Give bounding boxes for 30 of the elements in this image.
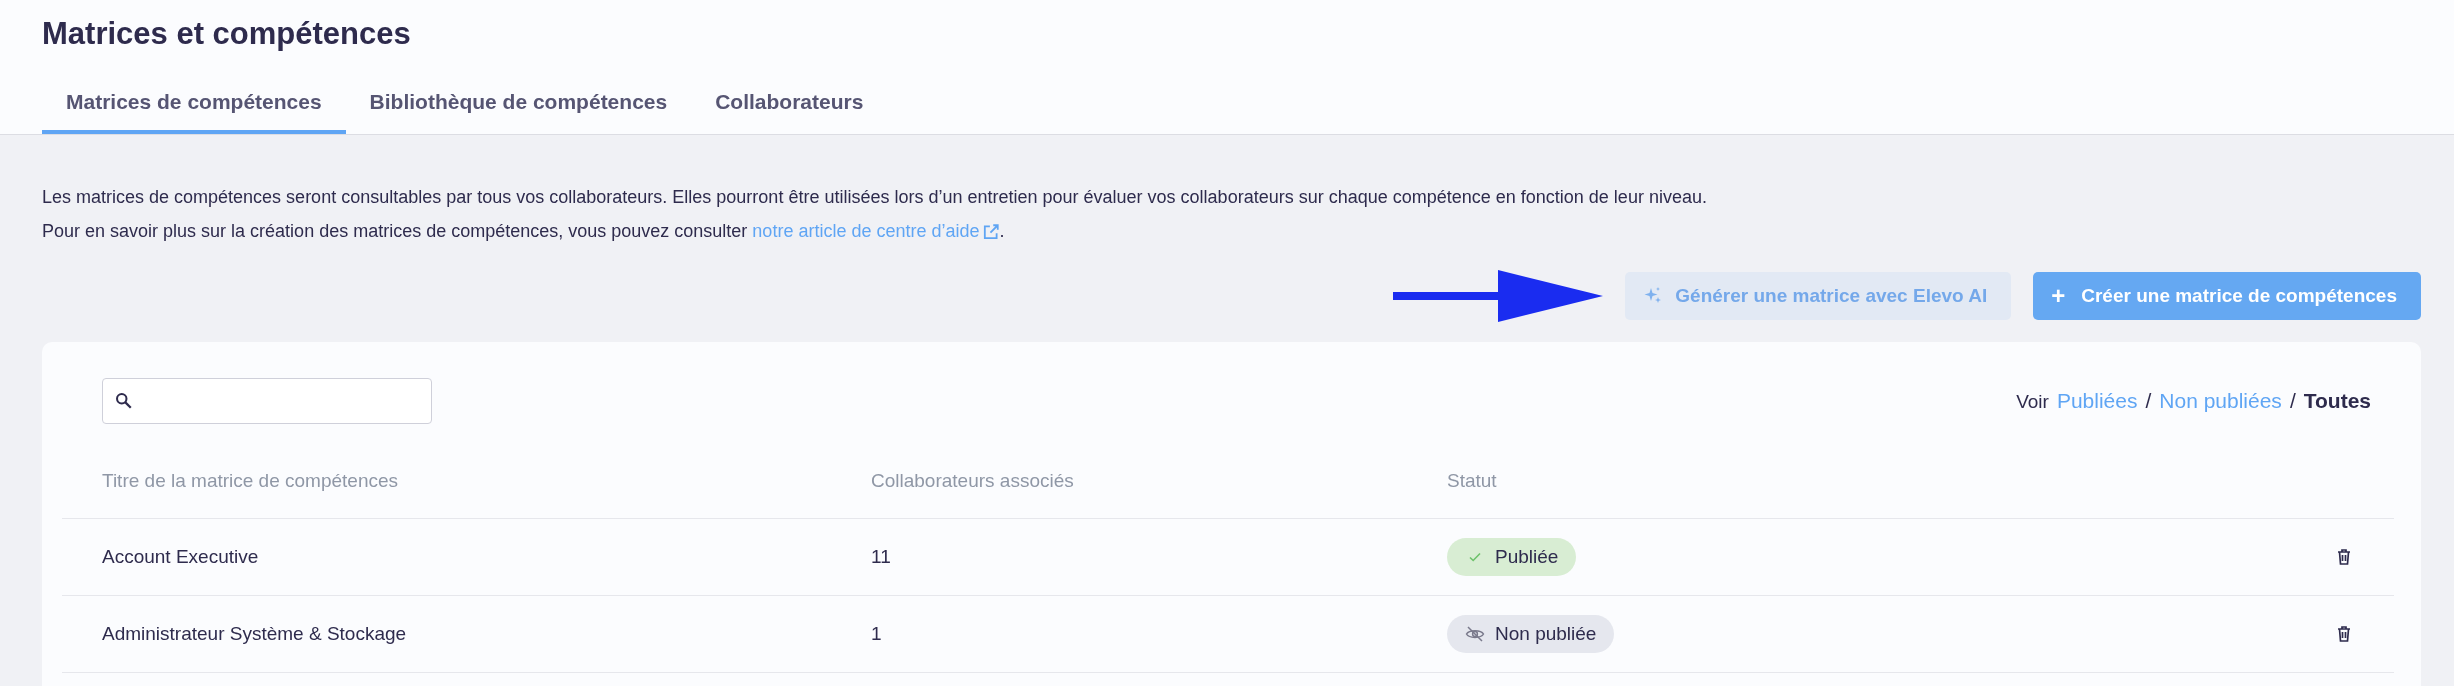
search-icon: [115, 392, 133, 410]
help-article-link[interactable]: notre article de centre d’aide: [752, 221, 980, 242]
filter-link[interactable]: Publiées: [2056, 389, 2138, 413]
trash-icon[interactable]: [2336, 625, 2352, 643]
column-header: Titre de la matrice de compétences: [102, 470, 400, 492]
separator-text: /: [2145, 389, 2152, 413]
column-header: Statut: [1447, 470, 1498, 492]
tab[interactable]: Bibliothèque de compétences: [345, 80, 692, 134]
column-header: Collaborateurs associés: [871, 470, 1075, 492]
external-link-icon: [981, 222, 1000, 241]
create-matrix-button[interactable]: + Créer une matrice de compétences: [2033, 272, 2421, 320]
table-cell: 11: [871, 546, 891, 567]
status-badge: Non publiée: [1447, 615, 1615, 653]
filter-link[interactable]: Toutes: [2303, 389, 2371, 413]
description-text: Les matrices de compétences seront consultables par tous vos collaborateurs. Elles pourront être utilisées lors d’un entretien pour évaluer vos collaborateurs sur chaque compétence en fonction de leur niveau.: [42, 187, 1708, 208]
table-cell: Administrateur Système & Stockage: [102, 623, 407, 644]
separator-text: /: [2289, 389, 2296, 413]
description-text: Pour en savoir plus sur la création des matrices de compétences, vous pouvez consulter: [42, 221, 749, 242]
filter-label: Voir: [2016, 391, 2049, 413]
table-cell: 1: [871, 623, 882, 644]
status-badge: Publiée: [1447, 538, 1577, 576]
filter-link[interactable]: Non publiées: [2159, 389, 2282, 413]
tab[interactable]: Collaborateurs: [691, 80, 888, 134]
tab[interactable]: Matrices de compétences: [42, 80, 346, 134]
trash-icon[interactable]: [2336, 548, 2352, 566]
description-text: .: [999, 221, 1005, 242]
search-field[interactable]: [102, 378, 432, 424]
page-title: Matrices et compétences: [42, 15, 412, 53]
table-cell: Account Executive: [102, 546, 259, 567]
generate-ai-button[interactable]: Générer une matrice avec Elevo AI: [1625, 272, 2012, 320]
